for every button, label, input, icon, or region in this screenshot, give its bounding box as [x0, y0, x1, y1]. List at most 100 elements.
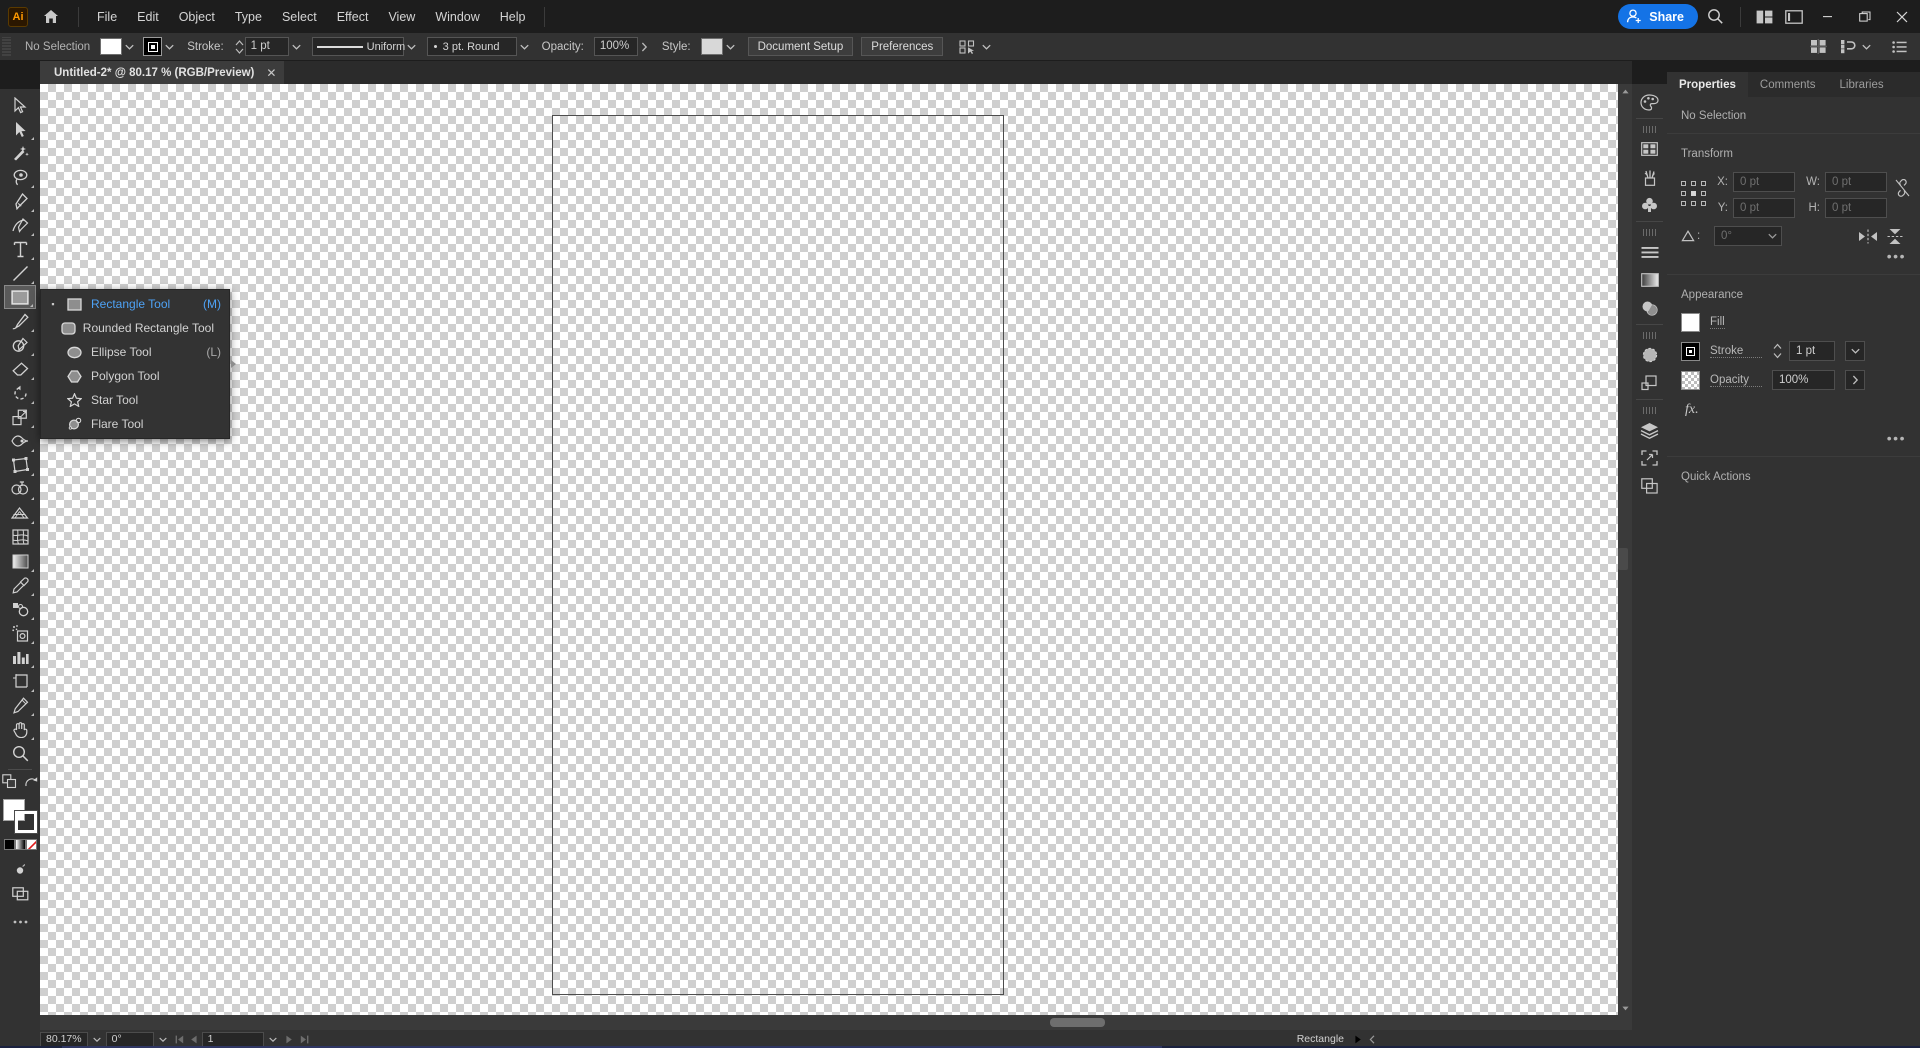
- rotation-chevron-down-icon[interactable]: [154, 1032, 172, 1047]
- status-play-icon[interactable]: [1350, 1032, 1365, 1047]
- lasso-tool[interactable]: [4, 165, 36, 189]
- distribute-icon[interactable]: [1837, 37, 1859, 57]
- reference-point-ml[interactable]: [1681, 191, 1686, 196]
- edit-toolbar-icon[interactable]: [4, 910, 36, 934]
- paintbrush-tool[interactable]: [4, 309, 36, 333]
- type-tool[interactable]: [4, 237, 36, 261]
- h-input[interactable]: 0 pt: [1825, 198, 1887, 218]
- dock-group-grip-2[interactable]: [1643, 229, 1657, 236]
- zoom-chevron-down-icon[interactable]: [88, 1032, 106, 1047]
- menu-edit[interactable]: Edit: [127, 6, 169, 28]
- slice-tool[interactable]: [4, 693, 36, 717]
- menu-object[interactable]: Object: [169, 6, 225, 28]
- color-panel-icon[interactable]: [1634, 88, 1665, 116]
- document-setup-button[interactable]: Document Setup: [748, 37, 854, 56]
- appearance-stroke-swatch[interactable]: [1681, 342, 1700, 361]
- appearance-panel-icon[interactable]: [1634, 341, 1665, 369]
- direct-selection-tool[interactable]: [4, 117, 36, 141]
- y-input[interactable]: 0 pt: [1733, 198, 1795, 218]
- appearance-stroke-chevron-down-icon[interactable]: [1845, 341, 1865, 361]
- pathfinder-panel-icon[interactable]: [1634, 369, 1665, 397]
- fill-color-swatch[interactable]: [100, 38, 122, 55]
- dock-group-grip-3[interactable]: [1643, 332, 1657, 339]
- line-segment-tool[interactable]: [4, 261, 36, 285]
- appearance-opacity-input[interactable]: 100%: [1772, 370, 1835, 390]
- tab-libraries[interactable]: Libraries: [1828, 72, 1896, 97]
- opacity-input[interactable]: 100%: [594, 37, 638, 56]
- appearance-fx-button[interactable]: fx.: [1681, 399, 1906, 418]
- rotate-tool[interactable]: [4, 381, 36, 405]
- menu-effect[interactable]: Effect: [327, 6, 379, 28]
- curvature-tool[interactable]: [4, 213, 36, 237]
- transform-more-options-icon[interactable]: •••: [1681, 246, 1906, 274]
- flyout-item-rectangle-tool[interactable]: ▪ Rectangle Tool (M): [41, 292, 229, 316]
- horizontal-scroll-thumb[interactable]: [1050, 1018, 1105, 1027]
- flyout-item-ellipse-tool[interactable]: Ellipse Tool (L): [41, 340, 229, 364]
- shape-builder-tool[interactable]: [4, 477, 36, 501]
- stroke-panel-icon[interactable]: [1634, 238, 1665, 266]
- column-graph-tool[interactable]: [4, 645, 36, 669]
- w-input[interactable]: 0 pt: [1825, 172, 1887, 192]
- arrange-documents-icon[interactable]: [1749, 0, 1779, 33]
- shape-tools-flyout[interactable]: ▪ Rectangle Tool (M) Rounded Rectangle T…: [40, 289, 230, 439]
- gradient-tool[interactable]: [4, 549, 36, 573]
- stroke-chevron-down-icon[interactable]: [162, 38, 177, 55]
- flyout-item-star-tool[interactable]: Star Tool: [41, 388, 229, 412]
- menu-window[interactable]: Window: [425, 6, 489, 28]
- x-input[interactable]: 0 pt: [1733, 172, 1795, 192]
- artboard-chevron-down-icon[interactable]: [264, 1032, 282, 1047]
- fill-chevron-down-icon[interactable]: [122, 38, 137, 55]
- appearance-opacity-swatch[interactable]: [1681, 371, 1700, 390]
- appearance-more-options-icon[interactable]: •••: [1681, 418, 1906, 456]
- home-icon[interactable]: [38, 5, 64, 29]
- rectangle-tool[interactable]: [4, 285, 36, 309]
- select-similar-chevron-down-icon[interactable]: [979, 38, 994, 55]
- stroke-weight-chevron-down-icon[interactable]: [289, 38, 304, 55]
- transparency-panel-icon[interactable]: [1634, 294, 1665, 322]
- color-swatch-mode[interactable]: [4, 839, 15, 850]
- preferences-button[interactable]: Preferences: [861, 37, 943, 56]
- scale-tool[interactable]: [4, 405, 36, 429]
- menu-select[interactable]: Select: [272, 6, 327, 28]
- flip-vertical-icon[interactable]: [1884, 226, 1906, 246]
- stroke-weight-input[interactable]: 1 pt: [245, 37, 289, 56]
- dock-group-grip[interactable]: [1643, 126, 1657, 133]
- first-artboard-icon[interactable]: [172, 1032, 187, 1047]
- tab-properties[interactable]: Properties: [1667, 72, 1748, 97]
- flyout-item-polygon-tool[interactable]: Polygon Tool: [41, 364, 229, 388]
- next-artboard-icon[interactable]: [282, 1032, 297, 1047]
- brushes-panel-icon[interactable]: [1634, 163, 1665, 191]
- workspace-switcher-icon[interactable]: [1779, 0, 1809, 33]
- draw-normal-icon[interactable]: [4, 858, 36, 882]
- menu-help[interactable]: Help: [490, 6, 536, 28]
- eraser-tool[interactable]: [4, 357, 36, 381]
- previous-artboard-icon[interactable]: [187, 1032, 202, 1047]
- style-chevron-down-icon[interactable]: [723, 38, 738, 55]
- stroke-weight-stepper[interactable]: [234, 37, 245, 56]
- last-artboard-icon[interactable]: [297, 1032, 312, 1047]
- stroke-color-swatch[interactable]: [143, 37, 162, 56]
- artboard[interactable]: [552, 115, 1004, 995]
- maximize-button[interactable]: [1846, 0, 1883, 33]
- asset-export-panel-icon[interactable]: [1634, 444, 1665, 472]
- selection-tool[interactable]: [4, 93, 36, 117]
- reference-point-tl[interactable]: [1681, 181, 1686, 186]
- symbols-panel-icon[interactable]: [1634, 191, 1665, 219]
- tab-comments[interactable]: Comments: [1748, 72, 1828, 97]
- swap-fill-stroke-icon[interactable]: [25, 776, 38, 794]
- close-tab-icon[interactable]: ✕: [266, 66, 276, 80]
- blend-tool[interactable]: [4, 597, 36, 621]
- default-fill-stroke-icon[interactable]: [2, 774, 18, 795]
- reference-point-br[interactable]: [1701, 201, 1706, 206]
- select-similar-objects-icon[interactable]: [957, 37, 979, 57]
- menu-file[interactable]: File: [87, 6, 127, 28]
- distribute-chevron-down-icon[interactable]: [1859, 38, 1874, 55]
- fill-stroke-widget[interactable]: [3, 799, 37, 833]
- mesh-tool[interactable]: [4, 525, 36, 549]
- opacity-expand-icon[interactable]: [638, 37, 652, 56]
- zoom-level-input[interactable]: 80.17%: [40, 1032, 88, 1047]
- magic-wand-tool[interactable]: [4, 141, 36, 165]
- reference-point-bl[interactable]: [1681, 201, 1686, 206]
- appearance-stroke-stepper[interactable]: [1772, 342, 1783, 361]
- hand-tool[interactable]: [4, 717, 36, 741]
